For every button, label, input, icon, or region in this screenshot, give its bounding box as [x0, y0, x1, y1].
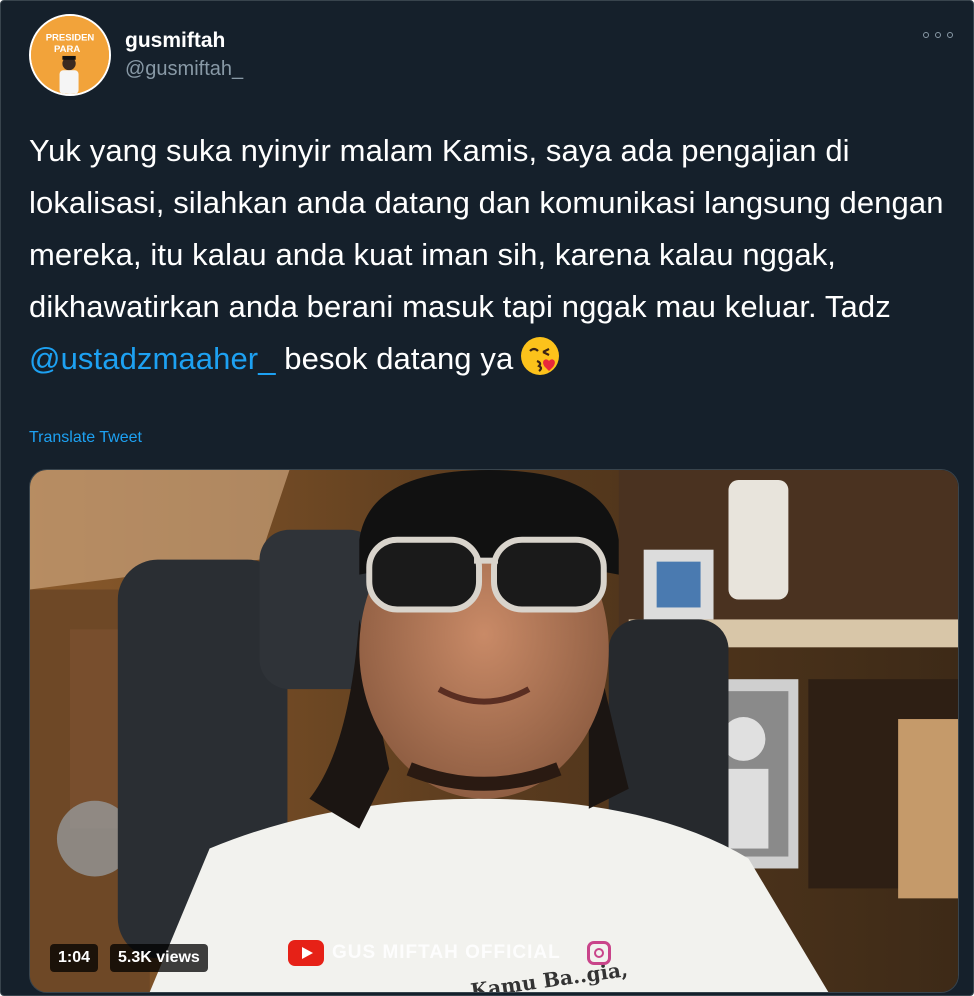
avatar-text-top: PRESIDEN: [46, 33, 95, 44]
video-player[interactable]: Kamu Ba..gia, GUS MIFTAH OFFICIAL 1:04 5…: [29, 469, 959, 993]
tweet-text-part: Yuk yang suka nyinyir malam Kamis, saya …: [29, 133, 944, 324]
video-duration-badge: 1:04: [50, 944, 99, 972]
more-options-icon[interactable]: [923, 27, 953, 43]
tweet-text: Yuk yang suka nyinyir malam Kamis, saya …: [29, 125, 959, 385]
avatar[interactable]: PRESIDEN PARA: [29, 14, 111, 96]
video-frame: [30, 470, 958, 992]
dot-icon: [935, 32, 941, 38]
dot-icon: [923, 32, 929, 38]
tweet-card: PRESIDEN PARA gusmiftah @gusmiftah_ Yuk …: [0, 0, 974, 996]
display-name[interactable]: gusmiftah: [125, 29, 225, 53]
avatar-image: PRESIDEN PARA: [31, 16, 109, 94]
channel-watermark: GUS MIFTAH OFFICIAL: [288, 940, 611, 966]
mention-link[interactable]: @ustadzmaaher_: [29, 341, 276, 376]
translate-tweet-link[interactable]: Translate Tweet: [29, 429, 142, 447]
instagram-logo-icon: [586, 941, 611, 965]
video-views-badge: 5.3K views: [110, 944, 208, 972]
avatar-text-bottom: PARA: [54, 44, 80, 55]
handle[interactable]: @gusmiftah_: [125, 58, 243, 81]
tweet-text-part: besok datang ya: [275, 341, 514, 376]
channel-watermark-text: GUS MIFTAH OFFICIAL: [332, 942, 561, 963]
youtube-logo-icon: [288, 940, 324, 966]
face-blowing-a-kiss-emoji: [521, 337, 560, 375]
dot-icon: [947, 32, 953, 38]
